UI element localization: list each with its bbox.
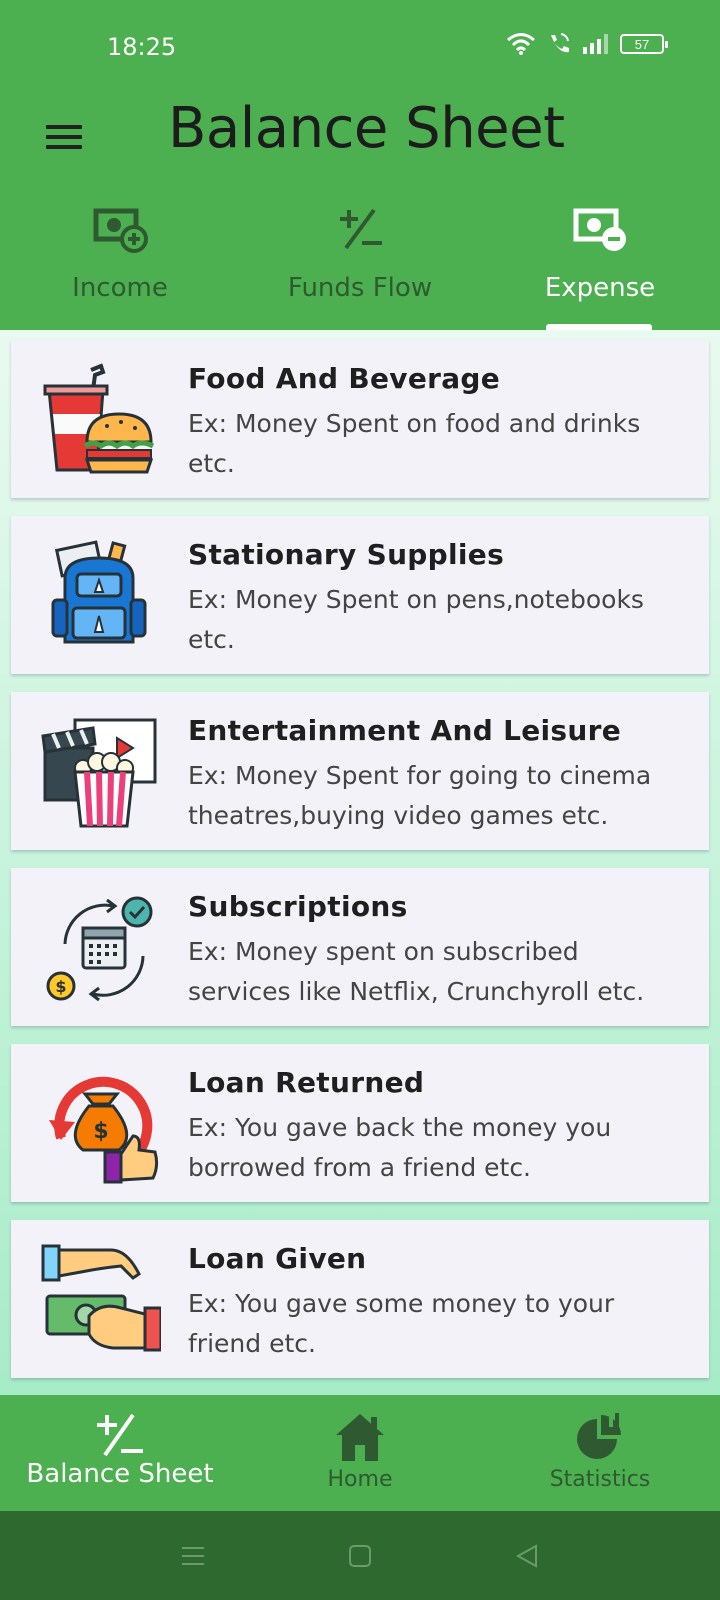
tab-label: Funds Flow <box>287 273 433 303</box>
battery-level: 57 <box>634 36 650 52</box>
category-card-loan-returned[interactable]: $ Loan Returned Ex: You gave back the mo… <box>11 1044 709 1202</box>
nav-balance-sheet[interactable]: Balance Sheet <box>0 1395 240 1511</box>
category-description: Ex: Money spent on subscribed services l… <box>188 937 645 1006</box>
hand-cash-icon <box>41 1244 161 1352</box>
cinema-popcorn-icon <box>41 718 157 828</box>
nav-label: Statistics <box>549 1467 651 1492</box>
calendar-cycle-icon: $ <box>46 896 153 1002</box>
category-card-subscriptions[interactable]: $ Subscriptions Ex: Money spent on subsc… <box>11 868 709 1026</box>
battery-icon: 57 <box>620 34 668 54</box>
nav-label: Home <box>327 1467 393 1492</box>
category-list[interactable]: Food And Beverage Ex: Money Spent on foo… <box>0 330 720 1395</box>
burger-drink-icon <box>43 363 155 474</box>
category-card-loan-given[interactable]: Loan Given Ex: You gave some money to yo… <box>11 1220 709 1378</box>
money-plus-icon <box>93 208 148 253</box>
recents-menu-icon[interactable] <box>178 1541 208 1571</box>
nav-statistics[interactable]: Statistics <box>480 1395 720 1511</box>
plus-minus-icon <box>340 208 382 250</box>
category-card-stationary[interactable]: Stationary Supplies Ex: Money Spent on p… <box>11 516 709 674</box>
nav-home[interactable]: Home <box>240 1395 480 1511</box>
plus-minus-icon <box>97 1413 143 1457</box>
backpack-icon <box>51 540 147 644</box>
category-description: Ex: Money Spent on food and drinks etc. <box>188 409 641 478</box>
bottom-navigation: Balance Sheet Home Statistics <box>0 1395 720 1511</box>
app-bar: Balance Sheet <box>0 90 720 200</box>
category-description: Ex: Money Spent on pens,notebooks etc. <box>188 585 644 654</box>
nav-label: Balance Sheet <box>26 1459 214 1489</box>
category-card-food[interactable]: Food And Beverage Ex: Money Spent on foo… <box>11 340 709 498</box>
category-title: Food And Beverage <box>188 362 501 395</box>
category-description: Ex: You gave some money to your friend e… <box>188 1289 615 1358</box>
category-title: Stationary Supplies <box>188 538 505 571</box>
tab-income[interactable]: Income <box>0 195 240 330</box>
call-icon <box>551 33 569 53</box>
status-icons: 57 <box>506 32 668 56</box>
money-minus-icon <box>573 208 626 251</box>
category-card-entertainment[interactable]: Entertainment And Leisure Ex: Money Spen… <box>11 692 709 850</box>
category-description: Ex: You gave back the money you borrowed… <box>188 1113 612 1182</box>
back-triangle-icon[interactable] <box>512 1541 542 1571</box>
tab-label: Income <box>72 273 168 303</box>
status-time: 18:25 <box>107 33 177 61</box>
category-title: Loan Given <box>188 1242 367 1275</box>
svg-text:$: $ <box>55 977 66 996</box>
home-square-icon[interactable] <box>345 1541 375 1571</box>
tab-label: Expense <box>544 273 656 303</box>
home-icon <box>336 1414 384 1461</box>
wifi-icon <box>507 33 535 55</box>
category-title: Subscriptions <box>188 890 408 923</box>
status-bar: 18:25 57 <box>0 0 720 90</box>
tab-expense[interactable]: Expense <box>480 195 720 330</box>
page-title: Balance Sheet <box>168 96 565 161</box>
system-navigation-bar <box>0 1511 720 1600</box>
category-title: Entertainment And Leisure <box>188 714 622 747</box>
signal-icon <box>583 34 608 54</box>
tab-bar: Income Funds Flow Expense <box>0 195 720 330</box>
tab-funds-flow[interactable]: Funds Flow <box>240 195 480 330</box>
menu-button[interactable] <box>46 115 90 159</box>
svg-text:$: $ <box>93 1119 108 1144</box>
pie-chart-icon <box>577 1413 621 1459</box>
category-title: Loan Returned <box>188 1066 425 1099</box>
category-description: Ex: Money Spent for going to cinema thea… <box>188 761 652 830</box>
money-bag-return-icon: $ <box>49 1076 159 1184</box>
